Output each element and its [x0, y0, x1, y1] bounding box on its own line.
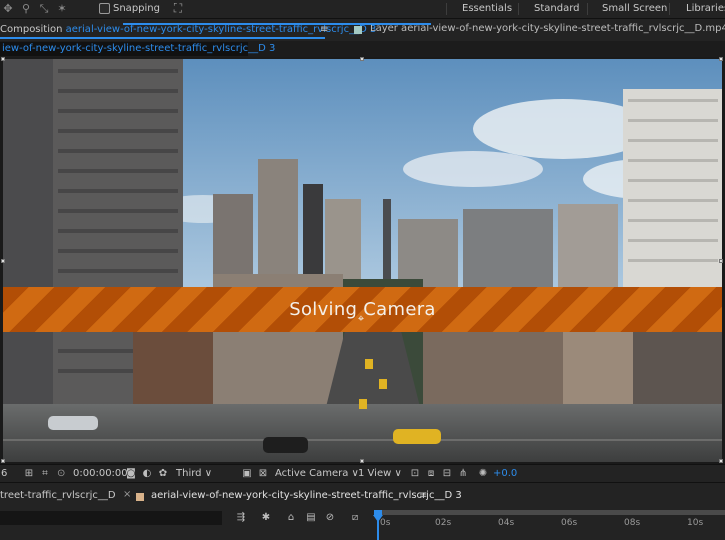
- current-timecode[interactable]: 0:00:00:00: [73, 468, 128, 479]
- resolution-value: Third: [176, 468, 202, 479]
- city-skyline-frame: [3, 59, 722, 462]
- timeline-tab-inactive[interactable]: treet-traffic_rvlscrjc__D: [0, 490, 116, 501]
- time-ruler[interactable]: 0s 02s 04s 06s 08s 10s: [374, 508, 725, 540]
- camera-value: Active Camera: [275, 468, 349, 479]
- workspace-separator: [518, 3, 519, 15]
- fast-preview-icon[interactable]: ⧈: [424, 467, 438, 480]
- ruler-tick: 10s: [687, 518, 704, 528]
- flowchart-icon[interactable]: ⋔: [456, 467, 470, 480]
- solving-camera-text: Solving Camera: [289, 299, 436, 320]
- workspace-switcher: Essentials Standard Small Screen Librari…: [0, 3, 725, 17]
- panel-menu-icon[interactable]: ≡: [320, 24, 328, 35]
- workspace-separator: [446, 3, 447, 15]
- view-layout-dropdown[interactable]: 1 View ∨: [358, 468, 402, 479]
- color-channels-icon[interactable]: ✿: [156, 467, 170, 480]
- close-tab-icon[interactable]: ×: [123, 489, 131, 500]
- ruler-tick: 02s: [435, 518, 452, 528]
- layer-handle-middle-left[interactable]: [1, 259, 5, 263]
- composition-tab-name: aerial-view-of-new-york-city-skyline-str…: [65, 24, 377, 35]
- solving-camera-banner: Solving Camera: [3, 287, 722, 332]
- snapshot-camera-icon[interactable]: ◙: [124, 467, 138, 480]
- view-layout-chevron-icon: ∨: [394, 468, 402, 479]
- top-toolbar: ✥ ⚲ ⤡ ✶ Snapping ⛶ Essentials Standard S…: [0, 0, 725, 18]
- timeline-search-input[interactable]: [0, 511, 222, 525]
- grid-guide-icon[interactable]: ⊞: [22, 467, 36, 480]
- layer-handle-top-center[interactable]: [360, 57, 364, 61]
- workspace-separator: [669, 3, 670, 15]
- exposure-value[interactable]: +0.0: [493, 468, 517, 479]
- toggle-pixel-aspect-icon[interactable]: ⊡: [408, 467, 422, 480]
- timeline-tab-active[interactable]: aerial-view-of-new-york-city-skyline-str…: [151, 490, 462, 501]
- composition-tab-prefix: Composition: [0, 24, 63, 35]
- frame-blending-icon[interactable]: ▤: [304, 511, 318, 524]
- timecode-icon: ⊙: [57, 468, 66, 479]
- view-layout-value: 1 View: [358, 468, 392, 479]
- draft-3d-icon[interactable]: ✱: [259, 511, 273, 524]
- resolution-dropdown[interactable]: Third ∨: [176, 468, 212, 479]
- work-area-bar[interactable]: [374, 510, 725, 515]
- region-of-interest-icon[interactable]: ▣: [240, 467, 254, 480]
- layer-handle-bottom-center[interactable]: [360, 459, 364, 463]
- ruler-tick: 08s: [624, 518, 641, 528]
- transparency-grid-icon[interactable]: ⊠: [256, 467, 270, 480]
- ruler-tick: 04s: [498, 518, 515, 528]
- shy-layers-icon[interactable]: ⌂: [284, 511, 298, 524]
- layer-color-swatch: [354, 26, 362, 34]
- show-snapshot-icon[interactable]: ◐: [140, 467, 154, 480]
- timeline-tab-indicator: [123, 23, 431, 25]
- timeline-controls: ⇶ ✱ ⌂ ▤ ⊘ ⧄ 0s 02s 04s 06s 08s 10s: [0, 508, 725, 540]
- timeline-menu-icon[interactable]: ≡: [419, 490, 427, 501]
- timeline-tab-bar: treet-traffic_rvlscrjc__D × aerial-view-…: [0, 482, 725, 508]
- motion-blur-icon[interactable]: ⊘: [323, 511, 337, 524]
- layer-handle-top-right[interactable]: [719, 57, 723, 61]
- workspace-standard[interactable]: Standard: [534, 3, 580, 14]
- mask-visibility-icon[interactable]: ⌗: [38, 467, 52, 480]
- timeline-color-swatch: [136, 493, 144, 501]
- graph-editor-icon[interactable]: ⧄: [348, 511, 362, 524]
- composition-tab-indicator: [0, 37, 325, 39]
- playhead-handle[interactable]: [373, 515, 383, 522]
- composition-breadcrumb[interactable]: iew-of-new-york-city-skyline-street-traf…: [0, 42, 275, 56]
- reset-exposure-icon[interactable]: ✺: [476, 467, 490, 480]
- camera-dropdown[interactable]: Active Camera ∨: [275, 468, 359, 479]
- resolution-chevron-icon: ∨: [204, 468, 213, 479]
- workspace-separator: [587, 3, 588, 15]
- timeline-icon[interactable]: ⊟: [440, 467, 454, 480]
- layer-handle-middle-right[interactable]: [719, 259, 723, 263]
- ruler-tick: 06s: [561, 518, 578, 528]
- zoom-dropdown[interactable]: 6: [1, 468, 7, 479]
- layer-handle-bottom-left[interactable]: [1, 459, 5, 463]
- workspace-small-screen[interactable]: Small Screen: [602, 3, 667, 14]
- workspace-libraries[interactable]: Libraries: [686, 3, 725, 14]
- anchor-crosshair-icon: ⌖: [357, 312, 365, 325]
- composition-viewer[interactable]: Solving Camera ⌖: [0, 57, 725, 464]
- viewer-footer: 6 ⊞ ⌗ ⊙ 0:00:00:00 ◙ ◐ ✿ Third ∨ ▣ ⊠ Act…: [0, 464, 725, 482]
- layer-handle-bottom-right[interactable]: [719, 459, 723, 463]
- layer-handle-top-left[interactable]: [1, 57, 5, 61]
- composition-mini-flowchart-icon[interactable]: ⇶: [234, 511, 248, 524]
- workspace-essentials[interactable]: Essentials: [462, 3, 512, 14]
